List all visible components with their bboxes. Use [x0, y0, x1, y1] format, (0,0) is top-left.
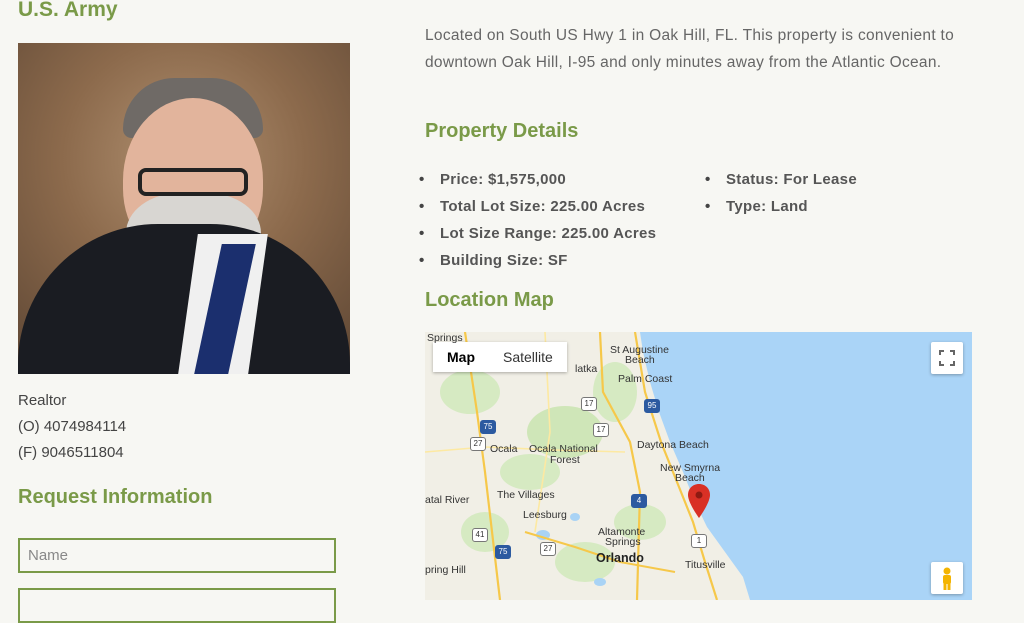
map-label-altamonte-springs: Springs — [605, 536, 641, 548]
map-label-palatka: latka — [575, 363, 598, 375]
detail-total-lot-size: Total Lot Size: 225.00 Acres — [419, 193, 656, 220]
map-shield-us41: 41 — [472, 528, 488, 542]
map-label-palm-coast: Palm Coast — [618, 373, 673, 385]
agent-contact: Realtor (O) 4074984114 (F) 9046511804 — [18, 388, 126, 466]
map-label-new-smyrna-beach: Beach — [675, 472, 705, 484]
map-label-leesburg: Leesburg — [523, 509, 567, 521]
map-label-forest: Forest — [550, 454, 580, 466]
property-details-title: Property Details — [425, 120, 579, 142]
agent-phone-office[interactable]: (O) 4074984114 — [18, 414, 126, 440]
map-shield-i4: 4 — [631, 494, 647, 508]
fullscreen-button[interactable] — [931, 342, 963, 374]
detail-type: Type: Land — [705, 193, 857, 220]
map-label-the-villages: The Villages — [497, 489, 555, 501]
map-type-map[interactable]: Map — [433, 342, 489, 372]
map-label-crystal-river: atal River — [425, 494, 470, 506]
map-label-spring-hill: pring Hill — [425, 564, 466, 576]
street-view-pegman-button[interactable] — [931, 562, 963, 594]
agent-phone-fax: (F) 9046511804 — [18, 444, 124, 461]
agent-photo — [18, 43, 350, 374]
map-shield-us1: 1 — [691, 534, 707, 548]
detail-building-size: Building Size: SF — [419, 247, 656, 274]
map-label-ocala: Ocala — [490, 443, 518, 455]
location-map-title: Location Map — [425, 289, 554, 311]
map-type-control: Map Satellite — [433, 342, 567, 372]
location-map[interactable]: Map Satellite Springs St Augustine Beach… — [425, 332, 972, 600]
map-label-springs: Springs — [427, 332, 463, 344]
agent-role: Realtor — [18, 392, 67, 409]
details-left-list: Price: $1,575,000 Total Lot Size: 225.00… — [419, 166, 656, 274]
detail-lot-size-range: Lot Size Range: 225.00 Acres — [419, 220, 656, 247]
property-description: Located on South US Hwy 1 in Oak Hill, F… — [425, 27, 955, 71]
map-shield-us17-north: 17 — [581, 397, 597, 411]
detail-price: Price: $1,575,000 — [419, 166, 656, 193]
map-shield-i75-south: 75 — [495, 545, 511, 559]
map-label-orlando: Orlando — [596, 551, 644, 565]
map-label-st-augustine-beach: Beach — [625, 354, 655, 366]
location-pin-icon[interactable] — [688, 484, 710, 518]
details-right-list: Status: For Lease Type: Land — [705, 166, 857, 220]
map-shield-us27-south: 27 — [540, 542, 556, 556]
email-field[interactable] — [18, 588, 336, 623]
agent-affiliation: U.S. Army — [18, 0, 118, 21]
fullscreen-icon — [939, 350, 955, 366]
map-shield-i95: 95 — [644, 399, 660, 413]
detail-status: Status: For Lease — [705, 166, 857, 193]
map-type-satellite[interactable]: Satellite — [489, 342, 567, 372]
map-shield-i75-north: 75 — [480, 420, 496, 434]
pegman-icon — [943, 567, 951, 590]
map-shield-us27-north: 27 — [470, 437, 486, 451]
map-label-titusville: Titusville — [685, 559, 726, 571]
request-info-title: Request Information — [18, 486, 213, 508]
name-field[interactable] — [18, 538, 336, 573]
map-label-daytona-beach: Daytona Beach — [637, 439, 709, 451]
map-shield-us17-south: 17 — [593, 423, 609, 437]
